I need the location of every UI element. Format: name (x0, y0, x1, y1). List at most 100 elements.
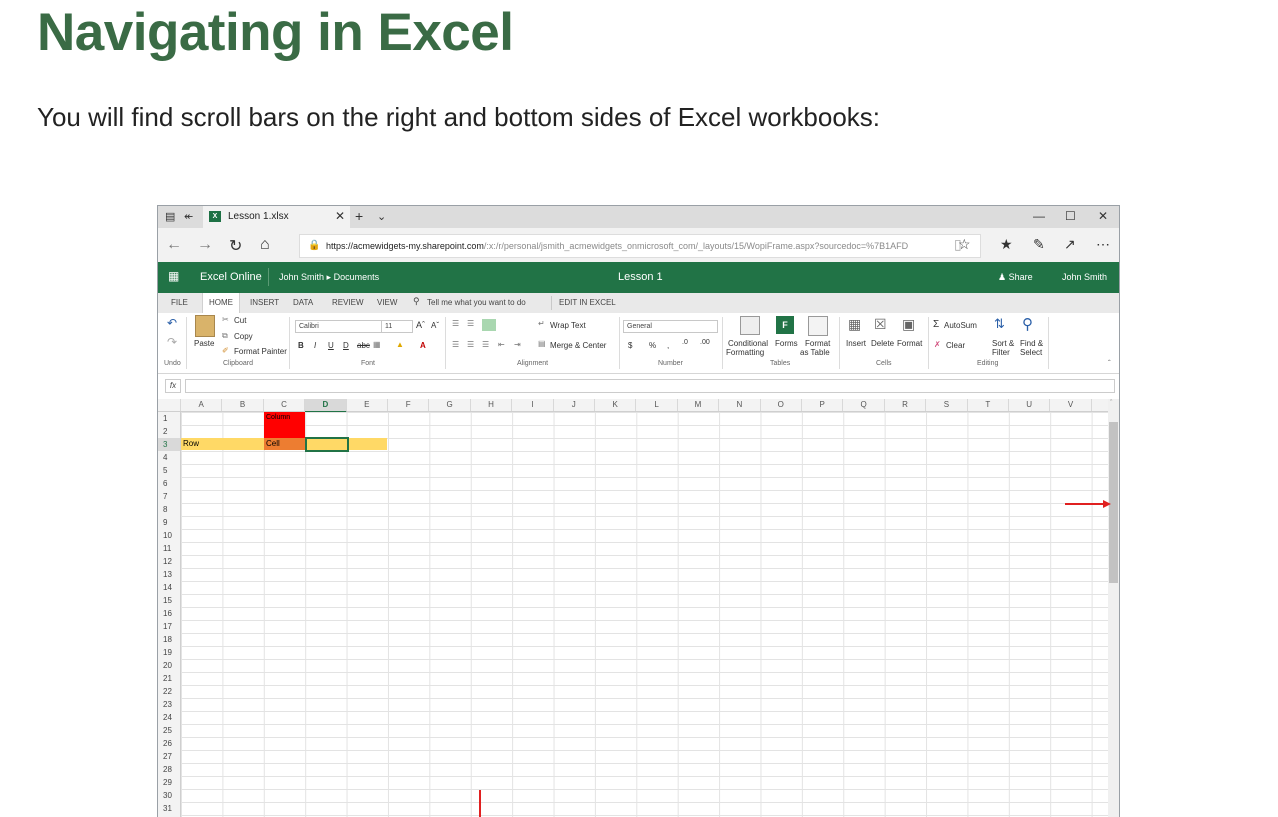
clear-button[interactable]: Clear (946, 341, 965, 350)
column-header[interactable]: G (429, 399, 471, 411)
delete-cells-button[interactable]: Delete (871, 339, 894, 348)
as-table-label[interactable]: as Table (800, 348, 830, 357)
sort-filter-label-1[interactable]: Sort & (992, 339, 1014, 348)
row-header[interactable]: 5 (158, 464, 180, 477)
paste-label[interactable]: Paste (194, 339, 214, 348)
breadcrumb-folder[interactable]: Documents (334, 272, 380, 282)
row-header[interactable]: 14 (158, 581, 180, 594)
row-header[interactable]: 31 (158, 802, 180, 815)
column-header[interactable]: C (264, 399, 306, 411)
refresh-icon[interactable]: ↻ (229, 236, 242, 256)
font-color-icon[interactable]: A (420, 341, 426, 350)
formatting-label[interactable]: Formatting (726, 348, 764, 357)
copy-button[interactable]: Copy (234, 332, 253, 341)
increase-decimal-icon[interactable]: .0 (682, 339, 688, 346)
column-header[interactable]: M (678, 399, 720, 411)
favorite-star-icon[interactable]: ☆ (958, 236, 971, 253)
row-header[interactable]: 22 (158, 685, 180, 698)
column-header[interactable]: B (222, 399, 264, 411)
align-right-icon[interactable]: ☰ (482, 340, 489, 349)
maximize-icon[interactable]: ☐ (1065, 209, 1076, 223)
row-header[interactable]: 13 (158, 568, 180, 581)
wrap-text-button[interactable]: Wrap Text (550, 321, 586, 330)
fill-color-icon[interactable]: ▲ (396, 340, 404, 349)
merge-center-button[interactable]: Merge & Center (550, 341, 606, 350)
column-header[interactable]: Q (843, 399, 885, 411)
row-header[interactable]: 8 (158, 503, 180, 516)
column-header[interactable]: R (885, 399, 927, 411)
app-launcher-icon[interactable]: ▦ (168, 269, 179, 283)
column-header[interactable]: V (1050, 399, 1092, 411)
cell-area[interactable]: Column Row Cell (181, 412, 1108, 817)
row-header[interactable]: 29 (158, 776, 180, 789)
user-name[interactable]: John Smith (1062, 272, 1107, 282)
increase-indent-icon[interactable]: ⇥ (514, 340, 521, 349)
row-header[interactable]: 19 (158, 646, 180, 659)
row-header[interactable]: 17 (158, 620, 180, 633)
column-header[interactable]: D (305, 399, 347, 413)
column-header[interactable]: T (968, 399, 1009, 411)
tab-review[interactable]: REVIEW (332, 298, 364, 307)
column-header[interactable]: A (181, 399, 223, 411)
set-aside-tabs-icon[interactable]: ↞ (184, 210, 193, 223)
column-header[interactable]: P (802, 399, 844, 411)
row-header[interactable]: 4 (158, 451, 180, 464)
share-page-icon[interactable]: ↗ (1064, 236, 1076, 253)
underline-icon[interactable]: U (328, 341, 334, 350)
row-header[interactable]: 18 (158, 633, 180, 646)
double-underline-icon[interactable]: D (343, 341, 349, 350)
row-header[interactable]: 2 (158, 425, 180, 438)
document-title[interactable]: Lesson 1 (618, 271, 663, 283)
close-window-icon[interactable]: ✕ (1098, 209, 1108, 223)
sort-filter-label-2[interactable]: Filter (992, 348, 1010, 357)
decrease-decimal-icon[interactable]: .00 (700, 339, 710, 346)
share-button[interactable]: ♟ Share (998, 272, 1033, 283)
format-as-table-label[interactable]: Format (805, 339, 830, 348)
decrease-indent-icon[interactable]: ⇤ (498, 340, 505, 349)
home-icon[interactable]: ⌂ (260, 236, 270, 254)
undo-icon[interactable]: ↶ (167, 316, 177, 330)
tab-file[interactable]: FILE (171, 298, 188, 307)
chevron-down-icon[interactable]: ⌄ (377, 210, 386, 223)
minimize-icon[interactable]: — (1033, 209, 1045, 223)
borders-icon[interactable]: ▦ (373, 340, 381, 349)
row-header[interactable]: 12 (158, 555, 180, 568)
forward-icon[interactable]: → (197, 236, 213, 254)
row-header[interactable]: 30 (158, 789, 180, 802)
row-header[interactable]: 9 (158, 516, 180, 529)
column-header[interactable]: F (388, 399, 430, 411)
column-header[interactable]: E (347, 399, 388, 411)
active-cell[interactable] (305, 437, 349, 452)
column-header[interactable]: K (595, 399, 637, 411)
align-center-icon[interactable]: ☰ (467, 340, 474, 349)
row-header[interactable]: 26 (158, 737, 180, 750)
tab-home[interactable]: HOME (202, 293, 240, 313)
row-header[interactable]: 24 (158, 711, 180, 724)
redo-icon[interactable]: ↷ (167, 335, 177, 349)
tell-me-search[interactable]: Tell me what you want to do (427, 298, 526, 307)
function-icon[interactable]: fx (165, 379, 181, 393)
tab-data[interactable]: DATA (293, 298, 313, 307)
forms-button[interactable]: Forms (775, 339, 798, 348)
paste-icon[interactable] (195, 315, 215, 337)
row-header[interactable]: 28 (158, 763, 180, 776)
pen-icon[interactable]: ✎ (1033, 236, 1045, 253)
scroll-up-icon[interactable]: ˆ (1110, 400, 1112, 407)
currency-icon[interactable]: $ (628, 341, 632, 350)
formula-input[interactable] (185, 379, 1115, 393)
align-top-icon[interactable]: ☰ (452, 319, 459, 328)
breadcrumb-user[interactable]: John Smith (279, 272, 324, 282)
row-header[interactable]: 23 (158, 698, 180, 711)
row-header[interactable]: 21 (158, 672, 180, 685)
shrink-font-icon[interactable]: Aˇ (431, 321, 439, 330)
collapse-ribbon-icon[interactable]: ˆ (1108, 359, 1111, 368)
column-header[interactable]: J (554, 399, 595, 411)
insert-cells-button[interactable]: Insert (846, 339, 866, 348)
row-header[interactable]: 20 (158, 659, 180, 672)
browser-tab[interactable]: X Lesson 1.xlsx ✕ (203, 206, 350, 228)
row-header[interactable]: 16 (158, 607, 180, 620)
column-header[interactable]: O (761, 399, 802, 411)
url-input[interactable]: 🔒 https://acmewidgets-my.sharepoint.com/… (299, 234, 981, 258)
back-icon[interactable]: ← (166, 236, 182, 254)
column-header[interactable]: L (636, 399, 678, 411)
